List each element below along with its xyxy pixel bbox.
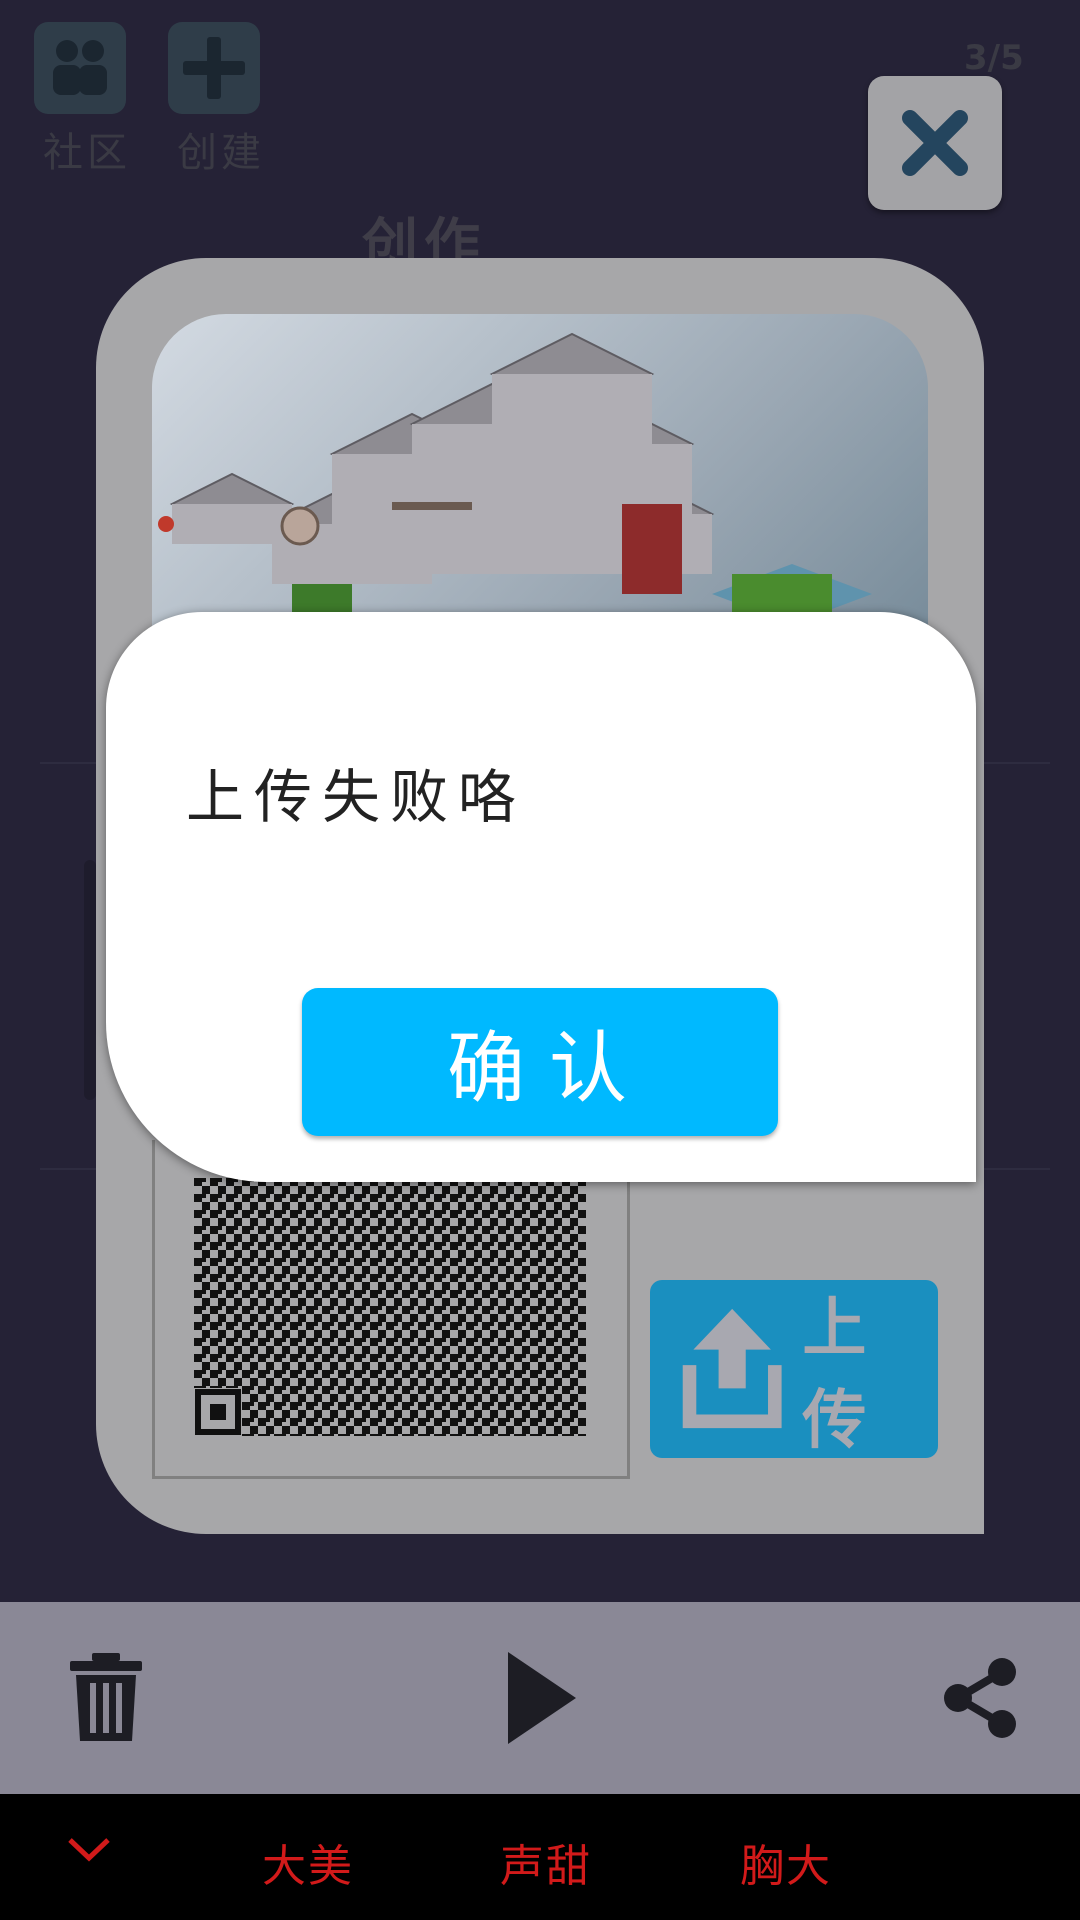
share-button[interactable]: [930, 1648, 1030, 1748]
page-indicator: 3/5: [964, 38, 1024, 78]
upload-button[interactable]: 上传: [650, 1280, 938, 1458]
plus-icon: [183, 37, 245, 99]
play-button[interactable]: [490, 1648, 590, 1748]
community-label: 社区: [43, 130, 131, 176]
share-icon: [944, 1658, 1016, 1738]
qr-code: [194, 1178, 586, 1436]
dialog-message: 上传失败咯: [186, 763, 527, 831]
create-button[interactable]: [168, 22, 260, 114]
delete-button[interactable]: [56, 1648, 156, 1748]
upload-label: 上传: [802, 1292, 873, 1458]
close-button[interactable]: [868, 76, 1002, 210]
community-icon: [53, 40, 107, 95]
trash-icon: [70, 1653, 142, 1741]
chevron-down-icon: [68, 1838, 110, 1862]
confirm-button[interactable]: 确认: [302, 988, 778, 1136]
card-edge: [84, 860, 96, 1100]
community-button[interactable]: [34, 22, 126, 114]
system-item[interactable]: 胸大: [740, 1830, 832, 1894]
system-bar: 大美 声甜 胸大: [0, 1794, 1080, 1920]
create-label: 创建: [177, 130, 265, 176]
close-icon: [902, 110, 968, 176]
collapse-button[interactable]: [66, 1834, 112, 1868]
play-icon: [508, 1652, 576, 1744]
system-item[interactable]: 大美: [262, 1830, 354, 1894]
upload-icon: [682, 1308, 782, 1429]
bottom-toolbar: [0, 1602, 1080, 1794]
system-item[interactable]: 声甜: [500, 1830, 592, 1894]
